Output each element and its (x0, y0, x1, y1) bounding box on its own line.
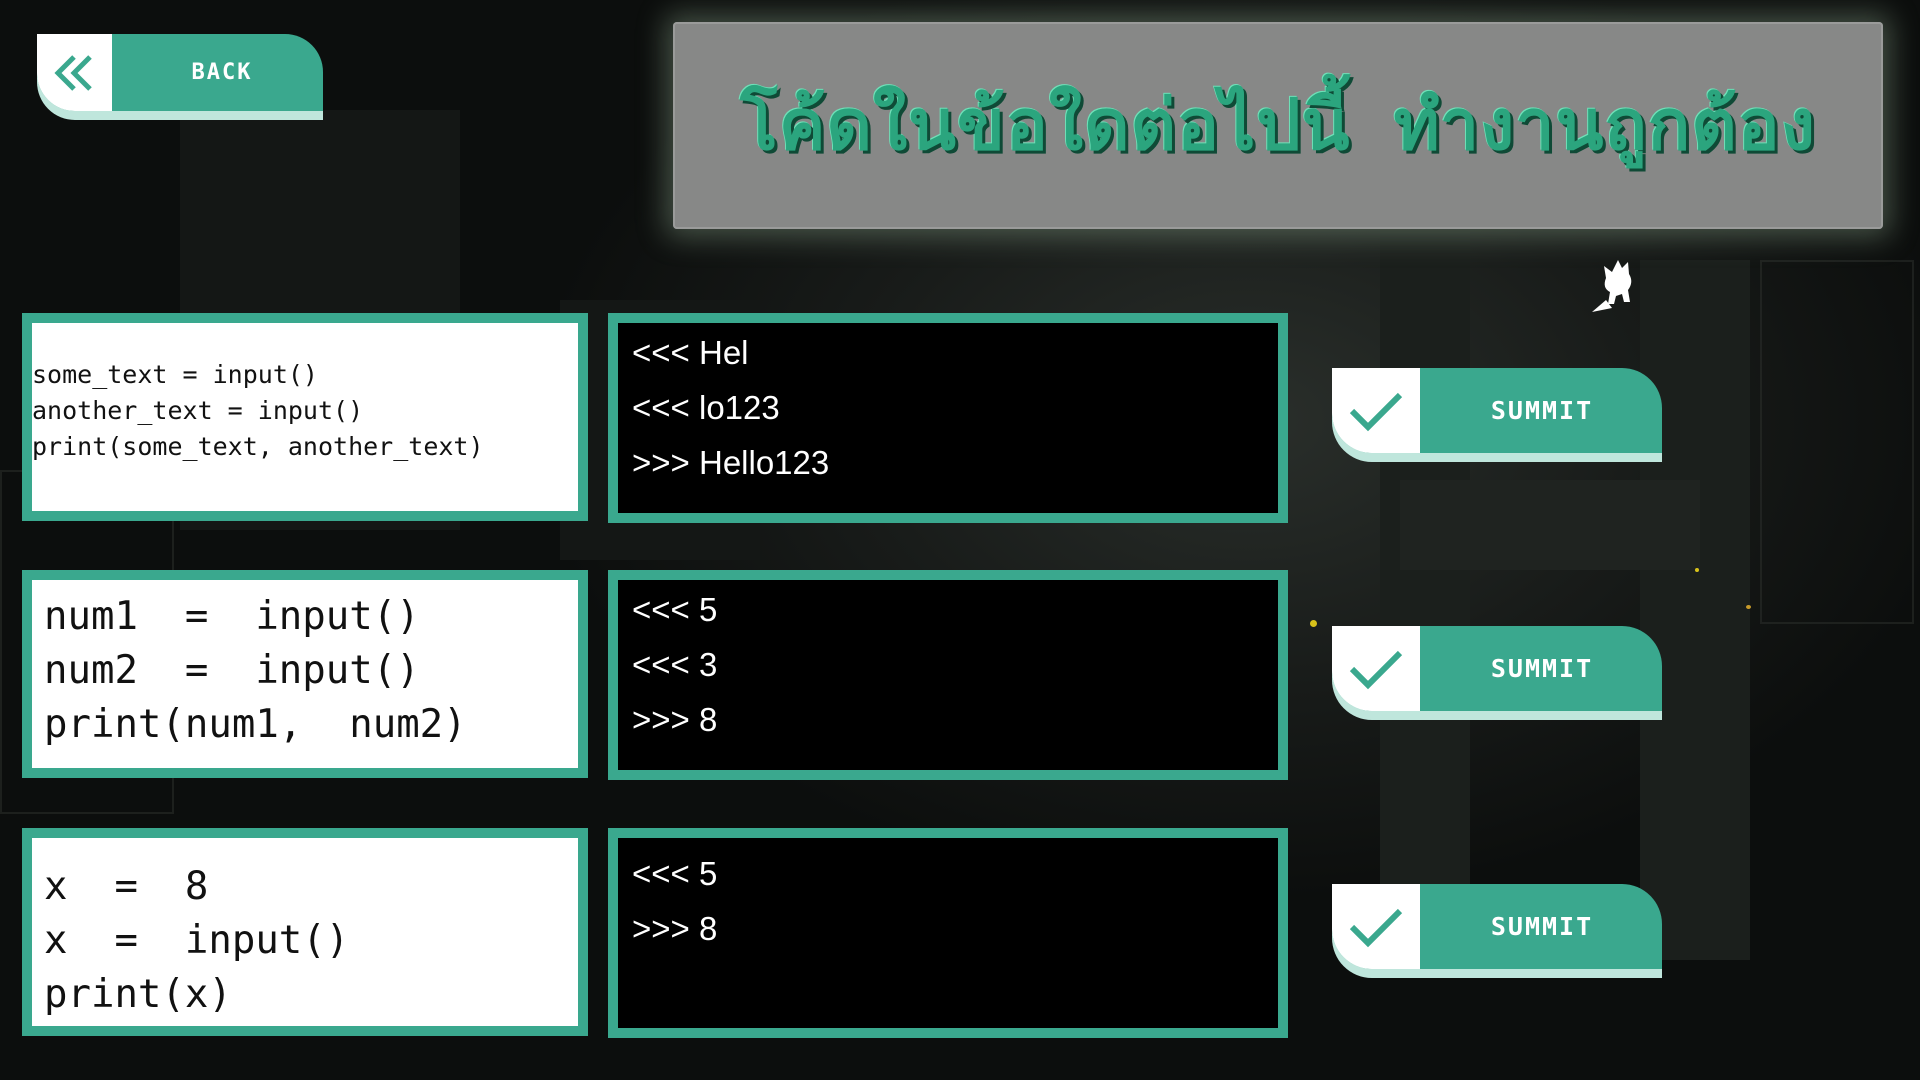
submit-icon-box (1332, 884, 1420, 969)
submit-button-face[interactable]: SUMMIT (1332, 368, 1662, 453)
back-button[interactable]: BACK (37, 34, 323, 120)
question-title-panel: โค้ดในข้อใดต่อไปนี้ ทำงานถูกต้อง (673, 22, 1883, 229)
cat-character-icon (1592, 260, 1632, 312)
bg-spark (1310, 620, 1317, 627)
submit-button-face[interactable]: SUMMIT (1332, 626, 1662, 711)
bg-spark (1695, 568, 1699, 572)
code-box-2: num1 = input() num2 = input() print(num1… (22, 570, 588, 778)
back-button-label: BACK (191, 60, 253, 85)
bg-pillar (1640, 260, 1750, 960)
output-box-1: <<< Hel <<< lo123 >>> Hello123 (608, 313, 1288, 523)
bg-spark (1746, 605, 1751, 609)
question-title: โค้ดในข้อใดต่อไปนี้ ทำงานถูกต้อง (740, 84, 1816, 166)
back-button-face[interactable]: BACK (37, 34, 323, 111)
submit-button-label: SUMMIT (1490, 912, 1594, 941)
output-box-3: <<< 5 >>> 8 (608, 828, 1288, 1038)
bg-fence (1760, 260, 1914, 624)
checkmark-icon (1349, 650, 1403, 689)
code-box-1: some_text = input() another_text = input… (22, 313, 588, 521)
bg-pillar (1380, 230, 1470, 970)
output-line: <<< Hel (632, 334, 749, 371)
code-snippet-2: num1 = input() num2 = input() print(num1… (44, 594, 467, 747)
submit-button-face[interactable]: SUMMIT (1332, 884, 1662, 969)
output-line: <<< 5 (632, 855, 718, 892)
output-line: <<< 3 (632, 646, 718, 683)
submit-button-2[interactable]: SUMMIT (1332, 626, 1662, 720)
output-line: <<< lo123 (632, 389, 780, 426)
output-line: >>> Hello123 (632, 444, 830, 481)
double-chevron-left-icon (53, 54, 92, 91)
output-line: >>> 8 (632, 910, 718, 947)
submit-button-3[interactable]: SUMMIT (1332, 884, 1662, 978)
submit-icon-box (1332, 368, 1420, 453)
submit-button-label: SUMMIT (1490, 654, 1594, 683)
code-snippet-1: some_text = input() another_text = input… (32, 360, 484, 461)
submit-icon-box (1332, 626, 1420, 711)
code-box-3: x = 8 x = input() print(x) (22, 828, 588, 1036)
output-line: >>> 8 (632, 701, 718, 738)
output-box-2: <<< 5 <<< 3 >>> 8 (608, 570, 1288, 780)
checkmark-icon (1349, 908, 1403, 947)
code-snippet-3: x = 8 x = input() print(x) (44, 864, 350, 1017)
output-line: <<< 5 (632, 591, 718, 628)
submit-button-label: SUMMIT (1490, 396, 1594, 425)
back-icon-box (37, 34, 112, 111)
submit-button-1[interactable]: SUMMIT (1332, 368, 1662, 462)
checkmark-icon (1349, 392, 1403, 431)
bg-structure (1400, 480, 1700, 570)
